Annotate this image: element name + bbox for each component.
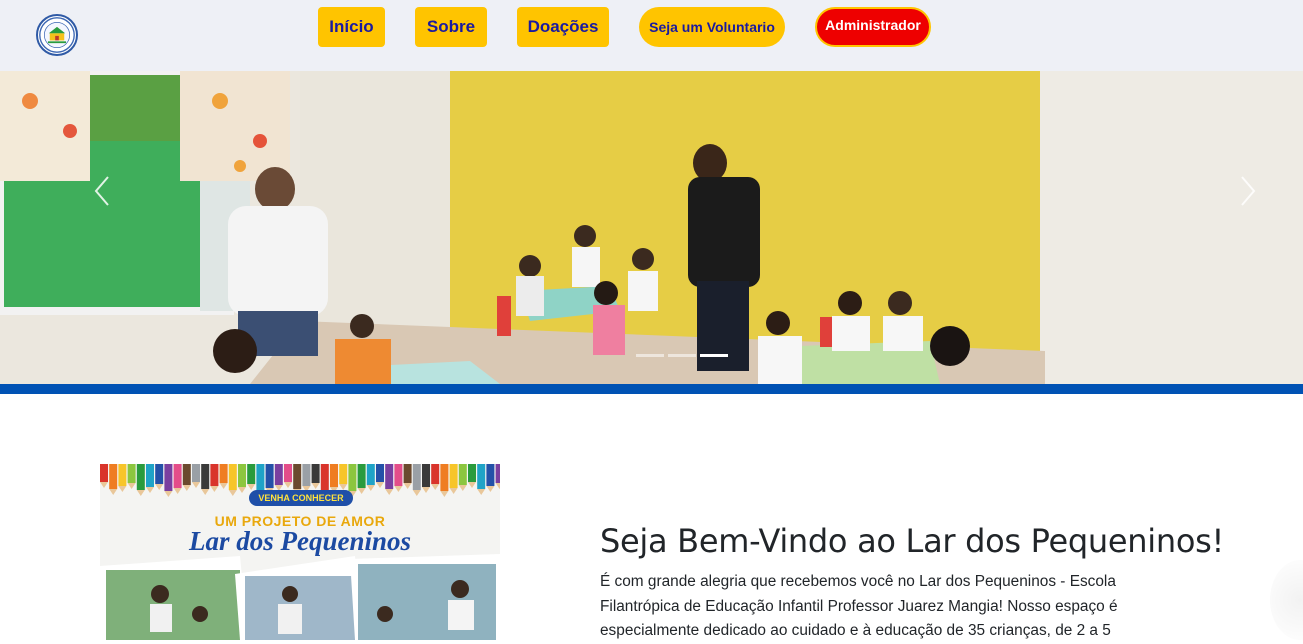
hero-carousel[interactable] — [0, 71, 1303, 384]
school-seal-logo-icon — [39, 17, 75, 53]
blue-divider — [0, 384, 1303, 394]
chevron-right-icon — [1241, 176, 1256, 206]
corner-shadow — [1270, 560, 1303, 640]
nav-sobre-button[interactable]: Sobre — [415, 7, 487, 47]
poster-title: Lar dos Pequeninos — [188, 526, 412, 556]
welcome-title: Seja Bem-Vindo ao Lar dos Pequeninos! — [600, 522, 1224, 560]
welcome-text: É com grande alegria que recebemos você … — [600, 573, 1118, 639]
project-poster: VENHA CONHECER UM PROJETO DE AMOR Lar do… — [100, 464, 500, 640]
chevron-left-icon — [94, 176, 109, 206]
carousel-indicators — [636, 354, 728, 357]
nav-doacoes-button[interactable]: Doações — [517, 7, 609, 47]
carousel-indicator[interactable] — [636, 354, 664, 357]
site-header: Início Sobre Doações Seja um Voluntario … — [0, 0, 1303, 71]
school-logo[interactable] — [36, 14, 78, 56]
classroom-photo — [0, 71, 1303, 384]
nav-voluntario-button[interactable]: Seja um Voluntario — [639, 7, 785, 47]
carousel-prev-button[interactable] — [82, 171, 122, 211]
nav-inicio-button[interactable]: Início — [318, 7, 385, 47]
nav-admin-button[interactable]: Administrador — [815, 7, 931, 47]
carousel-indicator[interactable] — [668, 354, 696, 357]
carousel-indicator-active[interactable] — [700, 354, 728, 357]
poster-badge: VENHA CONHECER — [249, 490, 353, 506]
carousel-next-button[interactable] — [1228, 171, 1268, 211]
